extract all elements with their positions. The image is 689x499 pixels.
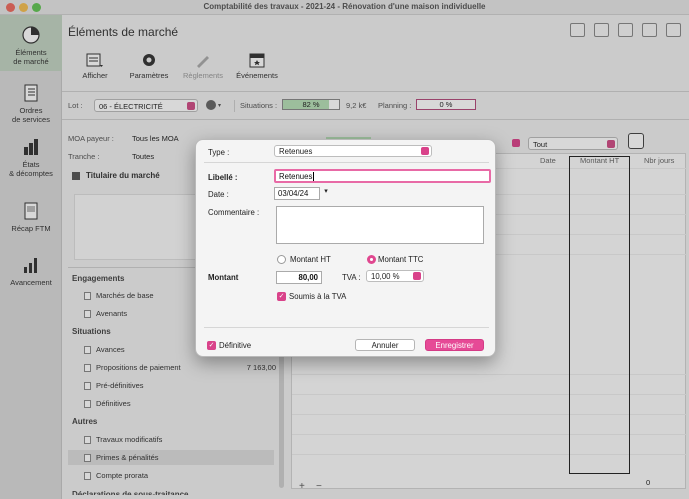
tva-value: 10,00 % bbox=[371, 272, 400, 281]
montant-input[interactable]: 80,00 bbox=[276, 271, 322, 284]
commentaire-label: Commentaire : bbox=[208, 208, 260, 217]
libelle-value: Retenues bbox=[279, 172, 313, 181]
date-input[interactable]: 03/04/24 bbox=[274, 187, 320, 200]
dialog-divider bbox=[204, 327, 489, 328]
chevron-down-icon bbox=[421, 147, 429, 155]
libelle-input[interactable]: Retenues bbox=[274, 169, 491, 183]
annuler-button[interactable]: Annuler bbox=[355, 339, 415, 351]
text-caret bbox=[313, 172, 315, 181]
commentaire-textarea[interactable] bbox=[276, 206, 484, 244]
app-window: Comptabilité des travaux - 2021-24 - Rén… bbox=[0, 0, 689, 499]
montant-ttc-radio[interactable] bbox=[367, 255, 376, 264]
type-select[interactable]: Retenues bbox=[274, 145, 432, 157]
enregistrer-button[interactable]: Enregistrer bbox=[425, 339, 484, 351]
date-value: 03/04/24 bbox=[278, 189, 309, 198]
type-label: Type : bbox=[208, 148, 230, 157]
tva-label: TVA : bbox=[342, 273, 361, 282]
montant-label: Montant bbox=[208, 273, 239, 282]
type-value: Retenues bbox=[279, 147, 313, 156]
montant-ht-radio[interactable] bbox=[277, 255, 286, 264]
date-label: Date : bbox=[208, 190, 229, 199]
tva-select[interactable]: 10,00 % bbox=[366, 270, 424, 282]
soumis-tva-label: Soumis à la TVA bbox=[289, 292, 347, 301]
retenue-dialog: Type : Retenues Libellé : Retenues Date … bbox=[195, 139, 496, 357]
montant-ttc-label: Montant TTC bbox=[378, 255, 424, 264]
montant-ht-label: Montant HT bbox=[290, 255, 331, 264]
libelle-label: Libellé : bbox=[208, 173, 238, 182]
chevron-down-icon bbox=[413, 272, 421, 280]
dialog-divider bbox=[204, 162, 489, 163]
montant-value: 80,00 bbox=[298, 273, 318, 282]
definitive-label: Définitive bbox=[219, 341, 252, 350]
definitive-checkbox[interactable]: ✓ bbox=[207, 341, 216, 350]
date-dropdown-chevron-icon[interactable]: ▾ bbox=[322, 187, 330, 199]
soumis-tva-checkbox[interactable]: ✓ bbox=[277, 292, 286, 301]
